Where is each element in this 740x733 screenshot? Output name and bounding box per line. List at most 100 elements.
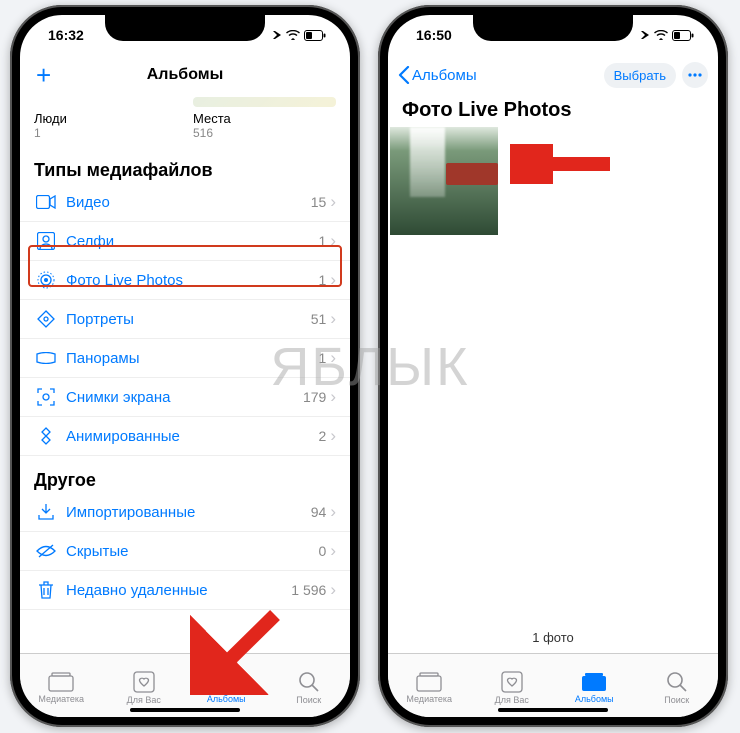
row-panoramas[interactable]: Панорамы 1 ›: [20, 339, 350, 378]
panorama-icon: [34, 352, 58, 364]
tab-label: Для Вас: [495, 695, 529, 705]
video-icon: [34, 195, 58, 209]
photo-count: 1 фото: [388, 630, 718, 645]
notch: [473, 15, 633, 41]
places-label: Места: [193, 111, 336, 126]
more-button[interactable]: [682, 62, 708, 88]
chevron-right-icon: ›: [326, 541, 336, 561]
airplane-icon: [636, 30, 650, 40]
home-indicator[interactable]: [498, 708, 608, 712]
chevron-left-icon: [398, 66, 410, 84]
places-count: 516: [193, 126, 336, 140]
row-count: 94: [311, 504, 327, 520]
tab-label: Медиатека: [406, 694, 452, 704]
people-count: 1: [34, 126, 177, 140]
chevron-right-icon: ›: [326, 309, 336, 329]
row-video[interactable]: Видео 15 ›: [20, 183, 350, 222]
people-label: Люди: [34, 111, 177, 126]
row-count: 1: [319, 350, 327, 366]
row-label: Анимированные: [58, 428, 319, 445]
select-button[interactable]: Выбрать: [604, 63, 676, 88]
row-hidden[interactable]: Скрытые 0 ›: [20, 532, 350, 571]
chevron-right-icon: ›: [326, 580, 336, 600]
battery-icon: [304, 30, 326, 41]
people-thumb: [34, 97, 177, 107]
animated-icon: [34, 427, 58, 445]
home-indicator[interactable]: [130, 708, 240, 712]
selfie-icon: [34, 232, 58, 250]
row-count: 51: [311, 311, 327, 327]
airplane-icon: [268, 30, 282, 40]
albums-icon: [213, 672, 239, 692]
row-label: Селфи: [58, 233, 319, 250]
portrait-icon: [34, 310, 58, 328]
status-time: 16:32: [48, 27, 84, 43]
row-label: Панорамы: [58, 350, 319, 367]
search-icon: [666, 671, 688, 693]
status-icons: [268, 30, 326, 41]
tab-library[interactable]: Медиатека: [388, 654, 471, 717]
places-album[interactable]: Места 516: [193, 97, 336, 140]
row-screenshots[interactable]: Снимки экрана 179 ›: [20, 378, 350, 417]
row-imported[interactable]: Импортированные 94 ›: [20, 493, 350, 532]
tab-label: Альбомы: [207, 694, 246, 704]
status-icons: [636, 30, 694, 41]
add-button[interactable]: +: [30, 60, 57, 91]
wifi-icon: [285, 30, 301, 40]
chevron-right-icon: ›: [326, 502, 336, 522]
row-label: Снимки экрана: [58, 389, 303, 406]
row-label: Портреты: [58, 311, 311, 328]
page-title: Альбомы: [147, 66, 224, 84]
live-photos-icon: [34, 271, 58, 289]
tab-search[interactable]: Поиск: [636, 654, 719, 717]
row-count: 179: [303, 389, 326, 405]
row-count: 0: [319, 543, 327, 559]
phone-right: 16:50 Альбомы Выбрать: [378, 5, 728, 727]
foryou-icon: [501, 671, 523, 693]
wifi-icon: [653, 30, 669, 40]
row-count: 1: [319, 233, 327, 249]
navbar: + Альбомы: [20, 55, 350, 95]
chevron-right-icon: ›: [326, 348, 336, 368]
library-icon: [48, 672, 74, 692]
row-recently-deleted[interactable]: Недавно удаленные 1 596 ›: [20, 571, 350, 610]
row-count: 2: [319, 428, 327, 444]
chevron-right-icon: ›: [326, 192, 336, 212]
notch: [105, 15, 265, 41]
row-live-photos[interactable]: Фото Live Photos 1 ›: [20, 261, 350, 300]
hidden-icon: [34, 544, 58, 558]
row-label: Видео: [58, 194, 311, 211]
row-portraits[interactable]: Портреты 51 ›: [20, 300, 350, 339]
foryou-icon: [133, 671, 155, 693]
row-count: 1 596: [291, 582, 326, 598]
tab-search[interactable]: Поиск: [268, 654, 351, 717]
ellipsis-icon: [688, 73, 702, 77]
tab-label: Медиатека: [38, 694, 84, 704]
row-label: Фото Live Photos: [58, 272, 319, 289]
album-title: Фото Live Photos: [388, 95, 718, 128]
status-time: 16:50: [416, 27, 452, 43]
section-media-types: Типы медиафайлов: [20, 146, 350, 183]
photo-thumbnail[interactable]: [390, 127, 498, 235]
row-label: Импортированные: [58, 504, 311, 521]
chevron-right-icon: ›: [326, 426, 336, 446]
places-thumb: [193, 97, 336, 107]
tab-library[interactable]: Медиатека: [20, 654, 103, 717]
tab-label: Альбомы: [575, 694, 614, 704]
row-count: 15: [311, 194, 327, 210]
section-other: Другое: [20, 456, 350, 493]
row-animated[interactable]: Анимированные 2 ›: [20, 417, 350, 456]
back-button[interactable]: Альбомы: [398, 66, 477, 84]
library-icon: [416, 672, 442, 692]
chevron-right-icon: ›: [326, 231, 336, 251]
back-label: Альбомы: [412, 67, 477, 84]
phone-left: 16:32 + Альбомы Люди: [10, 5, 360, 727]
row-selfie[interactable]: Селфи 1 ›: [20, 222, 350, 261]
search-icon: [298, 671, 320, 693]
chevron-right-icon: ›: [326, 270, 336, 290]
people-album[interactable]: Люди 1: [34, 97, 177, 140]
chevron-right-icon: ›: [326, 387, 336, 407]
row-label: Скрытые: [58, 543, 319, 560]
battery-icon: [672, 30, 694, 41]
import-icon: [34, 503, 58, 521]
